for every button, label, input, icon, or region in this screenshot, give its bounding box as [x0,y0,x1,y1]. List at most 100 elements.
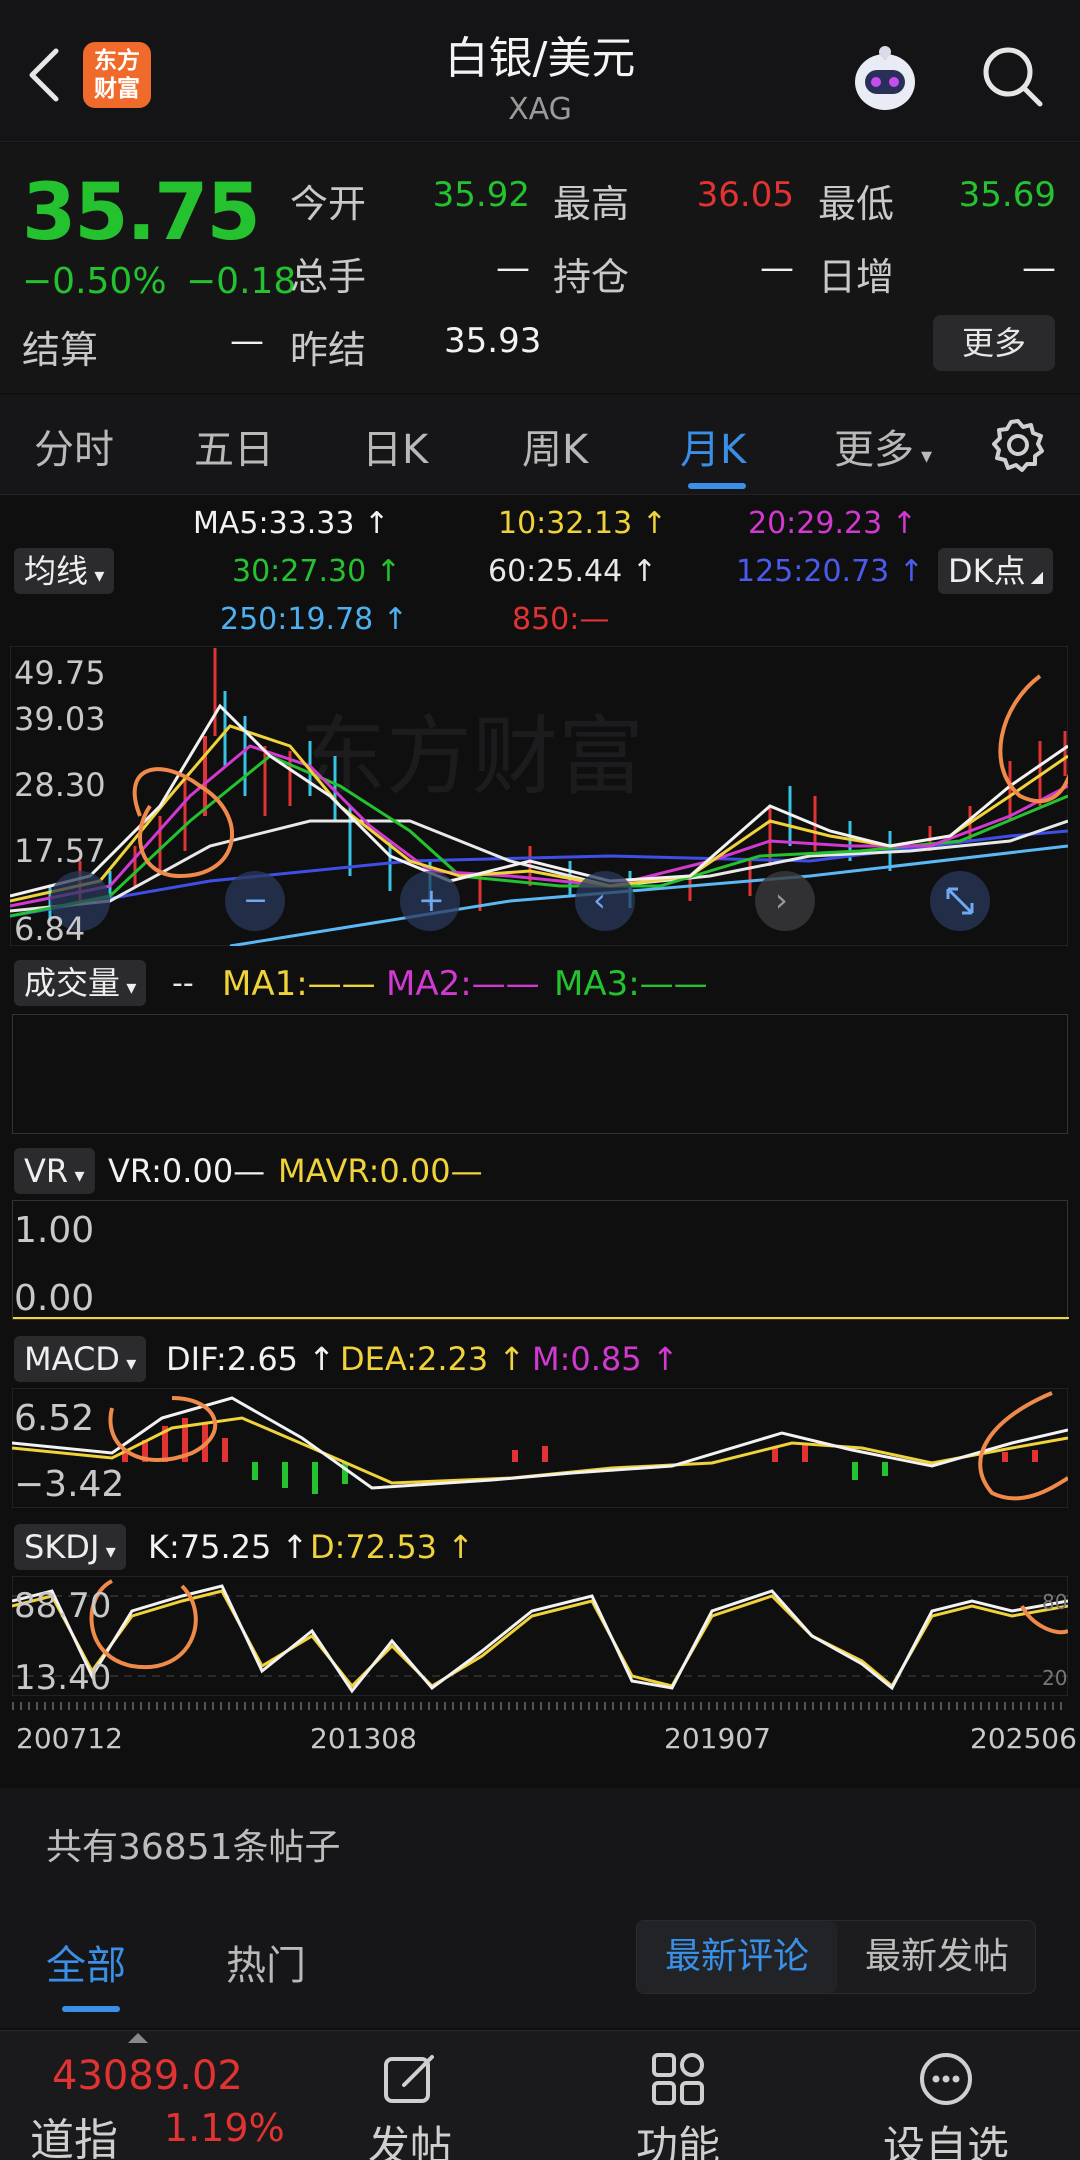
value-low: 35.69 [958,175,1056,215]
nav-function-button[interactable]: 功能 [598,2031,758,2160]
dropdown-arrow-icon: ▾ [99,1539,116,1563]
dropdown-arrow-icon: ▾ [914,444,933,469]
value-high: 36.05 [696,175,794,215]
ma850-label: 850:— [512,602,610,637]
skdj-dropdown-label: SKDJ [24,1528,100,1566]
gear-icon[interactable] [990,417,1046,473]
value-prev-settle: 35.93 [444,321,542,361]
label-prev-settle: 昨结 [290,328,367,372]
tab-weekly-k[interactable]: 周K [522,417,588,475]
label-volume: 总手 [290,255,367,299]
ma30-label: 30:27.30 ↑ [232,554,401,589]
nav-function-label: 功能 [635,2122,720,2160]
ma60-label: 60:25.44 ↑ [488,554,657,589]
tab-monthly-k[interactable]: 月K [680,417,746,475]
candlestick-chart[interactable]: 东方财富 − + ‹ › [10,646,1068,946]
dow-index-label: 道指 [30,2115,118,2160]
period-tabs: 分时 五日 日K 周K 月K 更多 ▾ [0,395,1080,495]
vr-dropdown-label: VR [24,1152,69,1190]
mavr-line [13,1317,1069,1319]
top-header: 东方 财富 白银/美元 XAG [0,0,1080,142]
time-axis-ticks [12,1702,1068,1710]
skdj-axis-label: 88.70 [14,1586,112,1626]
label-daily-increase: 日增 [818,255,895,299]
edit-icon [384,2055,434,2103]
ma10-label: 10:32.13 ↑ [498,506,667,541]
macd-dea: DEA:2.23 ↑ [340,1340,526,1378]
skdj-k-line [12,1584,1068,1694]
grid-icon [652,2053,704,2105]
tab-more[interactable]: 更多 ▾ [834,417,932,475]
skdj-right-axis-label: 80 [1042,1590,1068,1614]
nav-post-button[interactable]: 发帖 [330,2031,490,2160]
ma250-label: 250:19.78 ↑ [220,602,408,637]
robot-assistant-icon[interactable] [845,38,925,118]
volume-dropdown[interactable]: 成交量 ▾ [14,960,147,1006]
volume-ma3: MA3:—— [554,964,708,1004]
ma125-label: 125:20.73 ↑ [736,554,924,589]
dow-index-value[interactable]: 43089.02 [52,2053,243,2099]
tab-more-label: 更多 [834,427,914,473]
price-axis-label: 17.57 [14,832,106,870]
tab-daily-k[interactable]: 日K [362,417,428,475]
skdj-d-line [12,1589,1068,1689]
skdj-chart[interactable] [12,1576,1068,1696]
active-tab-indicator [688,483,746,489]
mavr-value: MAVR:0.00— [278,1152,483,1190]
date-label: 201907 [664,1722,771,1755]
dk-point-label: DK点 [948,552,1026,590]
search-icon[interactable] [980,44,1046,110]
change-percent: −0.50% [22,261,167,302]
dropdown-arrow-icon: ▾ [119,1351,137,1375]
chevron-left-icon: ‹ [593,881,606,919]
price-axis-label: 49.75 [14,654,106,692]
tab-intraday[interactable]: 分时 [34,417,114,475]
sort-latest-post[interactable]: 最新发帖 [837,1921,1037,1993]
post-count: 共有36851条帖子 [46,1827,341,1868]
corner-triangle-icon: ◢ [1025,567,1044,586]
ma5-label: MA5:33.33 ↑ [193,506,390,541]
skdj-dropdown[interactable]: SKDJ ▾ [14,1524,126,1570]
nav-watchlist-button[interactable]: 设自选 [866,2031,1026,2160]
date-label: 200712 [16,1722,123,1755]
value-open: 35.92 [432,175,530,215]
macd-axis-label: 6.52 [14,1398,95,1439]
tab-hot-posts[interactable]: 热门 [226,1933,306,1991]
vr-dropdown[interactable]: VR ▾ [14,1148,95,1194]
volume-chart[interactable] [12,1014,1068,1134]
macd-axis-label: −3.42 [14,1464,125,1505]
macd-m: M:0.85 ↑ [532,1340,679,1378]
skdj-axis-label: 13.40 [14,1658,112,1698]
dk-point-button[interactable]: DK点 ◢ [938,548,1054,594]
ma-dropdown[interactable]: 均线 ▾ [14,548,115,594]
more-quote-button[interactable]: 更多 [933,315,1055,371]
label-open: 今开 [290,182,367,226]
macd-dropdown-label: MACD [24,1340,120,1378]
value-settle: — [230,321,264,361]
price-axis-label: 28.30 [14,766,106,804]
label-settle: 结算 [22,328,99,372]
label-position: 持仓 [553,255,630,299]
sort-latest-comment[interactable]: 最新评论 [637,1921,837,1993]
skdj-d: D:72.53 ↑ [310,1528,475,1566]
quote-panel: 35.75 −0.50% −0.18 今开 35.92 最高 36.05 最低 … [0,143,1080,393]
date-label: 202506 [970,1722,1077,1755]
kline-chart-area[interactable]: MA5:33.33 ↑ 10:32.13 ↑ 20:29.23 ↑ 均线 ▾ 3… [0,496,1080,1786]
change-value: −0.18 [186,261,297,302]
vr-chart[interactable] [12,1200,1069,1320]
macd-chart[interactable] [12,1388,1068,1508]
value-position: — [760,248,794,288]
tab-five-day[interactable]: 五日 [194,417,274,475]
ma-dropdown-label: 均线 [24,552,89,590]
chevron-right-icon: › [775,881,788,919]
macd-dropdown[interactable]: MACD ▾ [14,1336,147,1382]
plus-icon: + [418,881,445,919]
expand-up-icon[interactable] [128,2033,148,2043]
bottom-bar: 43089.02 道指 1.19% 发帖 功能 设自选 [0,2030,1080,2160]
tab-all-posts[interactable]: 全部 [46,1933,126,1991]
volume-ma2: MA2:—— [386,964,540,1004]
nav-post-label: 发帖 [367,2122,452,2160]
ma20-label: 20:29.23 ↑ [748,506,917,541]
price-axis-label: 39.03 [14,700,106,738]
last-price: 35.75 [22,168,261,258]
